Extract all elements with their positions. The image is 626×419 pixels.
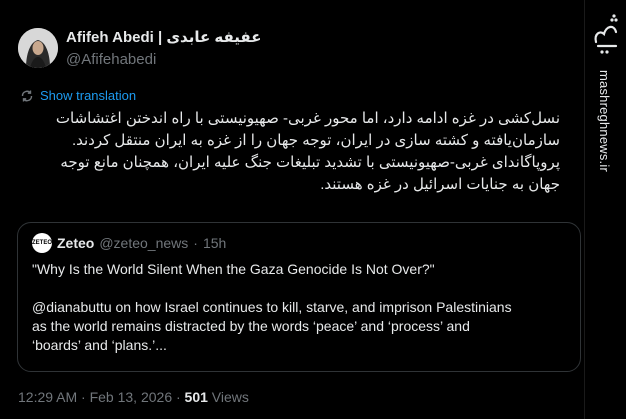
timestamp[interactable]: 12:29 AM · Feb 13, 2026 · (18, 389, 185, 405)
quoted-tweet-header: ZETEO Zeteo @zeteo_news · 15h (32, 233, 226, 253)
watermark-strip: mashreghnews.ir (584, 0, 626, 419)
mashregh-logo-icon (594, 14, 618, 54)
quoted-text-line: @dianabuttu on how Israel continues to k… (32, 299, 512, 315)
tweet-text: نسل‌کشی در غزه ادامه دارد، اما محور غربی… (20, 108, 560, 196)
quoted-text-line: ‘boards’ and ‘plans.’... (32, 337, 167, 353)
quoted-tweet-text: "Why Is the World Silent When the Gaza G… (32, 260, 572, 355)
show-translation-label: Show translation (40, 88, 137, 103)
tweet-text-line: سازمان‌یافته و کشته سازی در ایران، توجه … (71, 132, 560, 149)
tweet-meta: 12:29 AM · Feb 13, 2026 · 501 Views (18, 389, 249, 405)
tweet-text-line: جهان به جنایات اسرائیل در غزه هستند. (320, 176, 560, 193)
show-translation-link[interactable]: Show translation (20, 88, 136, 103)
quoted-handle[interactable]: @zeteo_news (99, 235, 188, 251)
translate-icon (21, 90, 33, 101)
quoted-time[interactable]: 15h (203, 235, 226, 251)
quoted-headline: "Why Is the World Silent When the Gaza G… (32, 261, 435, 277)
tweet-card: Afifeh Abedi | عفیفه عابدی @Afifehabedi … (0, 0, 582, 419)
avatar[interactable] (18, 28, 58, 68)
tweet-text-line: پروپاگاندای غربی-صهیونیستی با تشدید تبلی… (60, 154, 560, 171)
display-name[interactable]: Afifeh Abedi | عفیفه عابدی (66, 28, 261, 46)
views-count: 501 (184, 389, 208, 405)
watermark-site: mashreghnews.ir (597, 70, 612, 172)
quoted-avatar[interactable]: ZETEO (32, 233, 52, 253)
avatar-portrait-icon (18, 28, 58, 68)
quoted-display-name[interactable]: Zeteo (57, 235, 94, 251)
separator-dot: · (193, 235, 198, 251)
user-handle[interactable]: @Afifehabedi (66, 51, 156, 68)
views-label: Views (207, 389, 249, 405)
tweet-text-line: نسل‌کشی در غزه ادامه دارد، اما محور غربی… (55, 110, 560, 127)
quoted-text-line: as the world remains distracted by the w… (32, 318, 470, 334)
quoted-tweet[interactable]: ZETEO Zeteo @zeteo_news · 15h "Why Is th… (17, 222, 581, 372)
